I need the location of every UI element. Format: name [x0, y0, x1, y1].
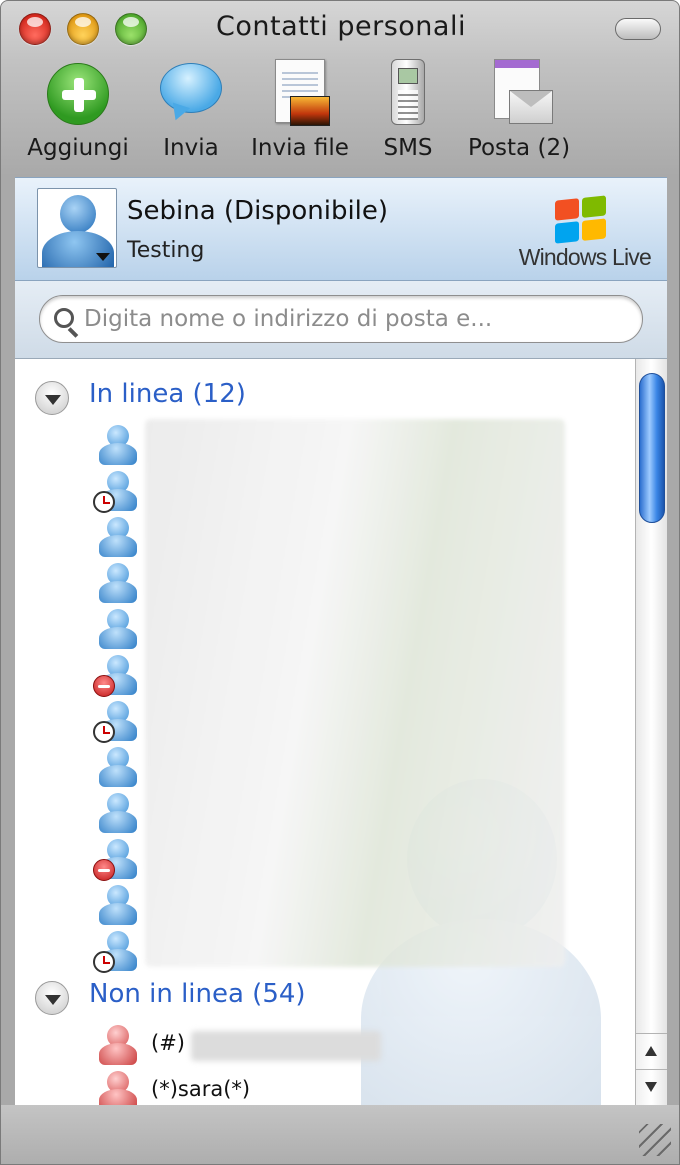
contact-name: (#) [151, 1031, 185, 1055]
avatar-menu-caret-icon[interactable] [96, 253, 110, 261]
contact-away-icon[interactable] [93, 929, 141, 973]
profile-header: Sebina (Disponibile) Testing Windows Liv… [15, 177, 667, 281]
file-picture-icon [267, 59, 333, 129]
window-footer [1, 1105, 679, 1164]
contact-name: (*)sara(*) [151, 1077, 251, 1101]
contact-busy-icon[interactable] [93, 837, 141, 881]
user-silhouette-icon [60, 195, 96, 233]
contact-away-icon[interactable] [93, 699, 141, 743]
contact-online-icon[interactable] [95, 745, 141, 789]
contact-online-icon[interactable] [95, 423, 141, 467]
send-message-button[interactable]: Invia [153, 59, 229, 161]
mail-label: Posta (2) [467, 135, 571, 161]
list-item[interactable]: (#) [95, 1023, 415, 1067]
contacts-window: Contatti personali Aggiungi Invia Invia … [0, 0, 680, 1165]
search-bar [15, 281, 667, 359]
list-item[interactable]: (*)sara(*) [95, 1069, 415, 1105]
contact-online-icon[interactable] [95, 607, 141, 651]
profile-name-status[interactable]: Sebina (Disponibile) [127, 196, 388, 226]
group-online-label: In linea (12) [89, 379, 246, 409]
add-contact-button[interactable]: Aggiungi [19, 59, 137, 161]
contact-online-icon[interactable] [95, 883, 141, 927]
blurred-contact-names [145, 419, 565, 967]
blurred-contact-name [191, 1031, 381, 1061]
contact-online-icon[interactable] [95, 561, 141, 605]
search-field[interactable] [39, 295, 643, 343]
scroll-thumb[interactable] [639, 373, 665, 523]
away-clock-icon [93, 491, 115, 513]
sms-button[interactable]: SMS [373, 59, 443, 161]
avatar[interactable] [37, 188, 117, 268]
mobile-phone-icon [375, 59, 441, 129]
contact-list-scrollbar[interactable] [635, 359, 667, 1105]
resize-grip-icon[interactable] [639, 1124, 671, 1156]
sms-label: SMS [383, 135, 433, 161]
profile-personal-message[interactable]: Testing [127, 238, 204, 263]
add-contact-icon [47, 63, 109, 125]
away-clock-icon [93, 721, 115, 743]
group-offline-label: Non in linea (54) [89, 979, 306, 1009]
speech-bubble-icon [158, 59, 224, 129]
disclosure-triangle-icon[interactable] [35, 381, 69, 415]
send-message-label: Invia [163, 135, 219, 161]
busy-icon [93, 859, 115, 881]
busy-icon [93, 675, 115, 697]
contact-online-icon[interactable] [95, 791, 141, 835]
search-icon [54, 308, 74, 328]
window-title: Contatti personali [216, 11, 466, 42]
contact-online-icon[interactable] [95, 515, 141, 559]
contact-list: In linea (12) Non in linea (54) (#) (*)s… [15, 359, 635, 1105]
windows-flag-icon [555, 195, 607, 244]
send-file-button[interactable]: Invia file [245, 59, 355, 161]
contact-away-icon[interactable] [93, 469, 141, 513]
add-contact-label: Aggiungi [27, 135, 129, 161]
mail-envelope-icon [486, 59, 553, 129]
away-clock-icon [93, 951, 115, 973]
mail-button[interactable]: Posta (2) [461, 59, 577, 161]
brand-logo-text: Windows Live [518, 244, 652, 270]
disclosure-triangle-icon[interactable] [35, 981, 69, 1015]
scroll-down-arrow-icon[interactable] [636, 1069, 667, 1105]
scroll-up-arrow-icon[interactable] [636, 1033, 667, 1069]
search-input[interactable] [84, 302, 624, 336]
toolbar-toggle-button[interactable] [615, 18, 661, 40]
send-file-label: Invia file [251, 135, 349, 161]
contact-busy-icon[interactable] [93, 653, 141, 697]
